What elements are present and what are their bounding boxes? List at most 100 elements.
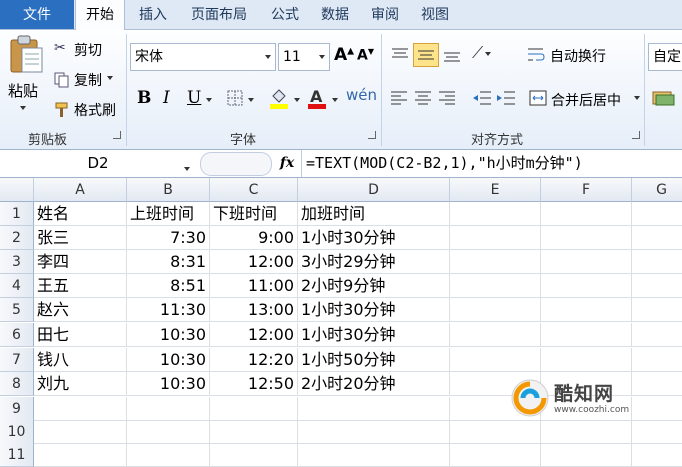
cell-a5[interactable]: 赵六 (34, 298, 127, 322)
tab-home[interactable]: 开始 (75, 0, 125, 30)
cell-a10[interactable] (34, 420, 127, 444)
cell-a9[interactable] (34, 397, 127, 421)
underline-button[interactable]: U (187, 88, 201, 108)
font-color-icon[interactable]: A (306, 86, 328, 110)
cell-e2[interactable] (450, 226, 541, 250)
row-header-4[interactable]: 4 (0, 274, 34, 298)
cell-d7[interactable]: 1小时50分钟 (298, 348, 450, 372)
column-header-d[interactable]: D (298, 178, 450, 202)
cell-c10[interactable] (210, 420, 298, 444)
column-header-f[interactable]: F (541, 178, 632, 202)
cell-d9[interactable] (298, 397, 450, 421)
grow-font-icon[interactable]: A▲ (334, 45, 354, 65)
align-right-icon[interactable] (438, 90, 456, 106)
tab-data[interactable]: 数据 (316, 0, 354, 29)
merge-center-dropdown-icon[interactable] (632, 90, 640, 106)
insert-function-icon[interactable]: fx (276, 152, 298, 174)
column-header-a[interactable]: A (34, 178, 127, 202)
cell-f11[interactable] (541, 443, 632, 467)
fill-color-icon[interactable] (268, 86, 290, 110)
cell-a8[interactable]: 刘九 (34, 372, 127, 396)
cell-b10[interactable] (127, 420, 210, 444)
tab-view[interactable]: 视图 (416, 0, 454, 29)
clipboard-launcher-icon[interactable] (113, 131, 121, 139)
orientation-icon[interactable]: ⟋ (472, 43, 492, 63)
cell-f1[interactable] (541, 202, 632, 226)
cell-e4[interactable] (450, 274, 541, 298)
underline-dropdown-icon[interactable] (204, 92, 212, 108)
cell-b5[interactable]: 11:30 (127, 298, 210, 322)
cell-b6[interactable]: 10:30 (127, 323, 210, 347)
row-header-9[interactable]: 9 (0, 397, 34, 421)
cell-b3[interactable]: 8:31 (127, 250, 210, 274)
cell-d4[interactable]: 2小时9分钟 (298, 274, 450, 298)
cell-c11[interactable] (210, 443, 298, 467)
shrink-font-icon[interactable]: A▼ (357, 47, 374, 64)
cell-a6[interactable]: 田七 (34, 323, 127, 347)
cell-g1[interactable] (632, 202, 682, 226)
cell-b1[interactable]: 上班时间 (127, 202, 210, 226)
cell-b7[interactable]: 10:30 (127, 348, 210, 372)
cell-a2[interactable]: 张三 (34, 226, 127, 250)
cell-d10[interactable] (298, 420, 450, 444)
cell-c4[interactable]: 11:00 (210, 274, 298, 298)
align-top-icon[interactable] (390, 46, 410, 64)
cell-f5[interactable] (541, 298, 632, 322)
cell-b4[interactable]: 8:51 (127, 274, 210, 298)
cell-b2[interactable]: 7:30 (127, 226, 210, 250)
cell-c6[interactable]: 12:00 (210, 323, 298, 347)
cell-f6[interactable] (541, 323, 632, 347)
align-middle-icon[interactable] (413, 43, 439, 67)
row-header-6[interactable]: 6 (0, 323, 34, 347)
wrap-text-icon[interactable] (527, 46, 545, 64)
cell-d5[interactable]: 1小时30分钟 (298, 298, 450, 322)
cell-d1[interactable]: 加班时间 (298, 202, 450, 226)
cell-c7[interactable]: 12:20 (210, 348, 298, 372)
cell-c8[interactable]: 12:50 (210, 372, 298, 396)
cell-f2[interactable] (541, 226, 632, 250)
cell-f4[interactable] (541, 274, 632, 298)
cell-f3[interactable] (541, 250, 632, 274)
formula-bar-splitter[interactable] (200, 152, 272, 176)
cell-c1[interactable]: 下班时间 (210, 202, 298, 226)
tab-insert[interactable]: 插入 (134, 0, 172, 29)
column-header-e[interactable]: E (450, 178, 541, 202)
cell-a7[interactable]: 钱八 (34, 348, 127, 372)
row-header-1[interactable]: 1 (0, 202, 34, 226)
row-header-3[interactable]: 3 (0, 250, 34, 274)
cell-c3[interactable]: 12:00 (210, 250, 298, 274)
cell-g2[interactable] (632, 226, 682, 250)
row-header-7[interactable]: 7 (0, 348, 34, 372)
cell-a4[interactable]: 王五 (34, 274, 127, 298)
cell-e11[interactable] (450, 443, 541, 467)
column-header-b[interactable]: B (127, 178, 210, 202)
cell-g7[interactable] (632, 348, 682, 372)
borders-icon[interactable] (226, 89, 244, 107)
cell-b8[interactable]: 10:30 (127, 372, 210, 396)
column-header-c[interactable]: C (210, 178, 298, 202)
name-box-dropdown-icon[interactable] (182, 161, 190, 175)
bold-button[interactable]: B (137, 88, 151, 108)
align-bottom-icon[interactable] (442, 46, 462, 64)
row-header-10[interactable]: 10 (0, 420, 34, 444)
select-all-corner[interactable] (0, 178, 34, 202)
currency-format-icon[interactable] (652, 88, 676, 108)
cell-d8[interactable]: 2小时20分钟 (298, 372, 450, 396)
tab-file[interactable]: 文件 (0, 0, 74, 29)
increase-indent-icon[interactable] (496, 90, 516, 106)
number-format-select[interactable]: 自定 (648, 43, 682, 71)
fill-color-dropdown-icon[interactable] (292, 92, 300, 108)
row-header-2[interactable]: 2 (0, 226, 34, 250)
font-launcher-icon[interactable] (368, 131, 376, 139)
tab-page-layout[interactable]: 页面布局 (184, 0, 254, 29)
cell-g5[interactable] (632, 298, 682, 322)
cell-e3[interactable] (450, 250, 541, 274)
cell-a11[interactable] (34, 443, 127, 467)
row-header-5[interactable]: 5 (0, 298, 34, 322)
borders-dropdown-icon[interactable] (246, 92, 254, 108)
cell-g4[interactable] (632, 274, 682, 298)
cell-d3[interactable]: 3小时29分钟 (298, 250, 450, 274)
font-color-dropdown-icon[interactable] (330, 92, 338, 108)
column-header-g[interactable]: G (632, 178, 682, 202)
cell-a1[interactable]: 姓名 (34, 202, 127, 226)
